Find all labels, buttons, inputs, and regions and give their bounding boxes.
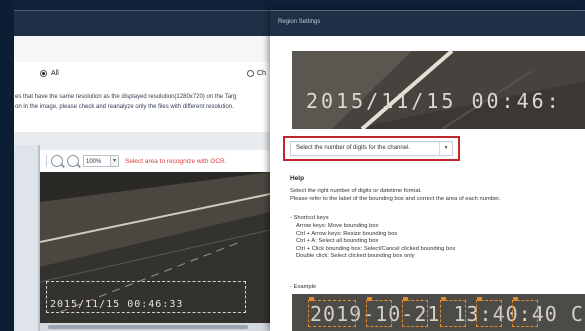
scrollbar-thumb[interactable] — [48, 325, 248, 329]
notice-line-1: es that have the same resolution as the … — [15, 94, 237, 100]
zoom-out-icon[interactable] — [67, 155, 79, 167]
radio-ch-label: Ch — [257, 70, 266, 77]
shortcut-item: Double click: Select clicked bounding bo… — [296, 253, 415, 259]
resolution-notice: es that have the same resolution as the … — [15, 92, 270, 112]
bounding-box-minute — [476, 297, 502, 327]
bounding-box-second — [512, 297, 538, 327]
background-timestamp: 2015/11/15 00:46:33 — [50, 299, 184, 310]
bounding-box-tag — [477, 297, 482, 301]
shortcuts-title: - Shortcut keys — [290, 215, 329, 221]
radio-all-dot[interactable] — [40, 70, 47, 77]
help-line-1: Select the right number of digits or dat… — [290, 188, 422, 194]
digits-select-value: Select the number of digits for the chan… — [296, 145, 411, 151]
left-edge — [0, 0, 14, 331]
region-settings-dialog: Region Settings 2015/11/15 00:46: Select… — [270, 10, 585, 331]
bounding-box-year — [308, 297, 356, 327]
shortcut-item: Ctrl + A: Select all bounding box — [296, 238, 379, 244]
toolbar-separator — [46, 155, 47, 167]
chevron-down-icon[interactable]: ▼ — [439, 142, 452, 155]
radio-all[interactable]: All — [40, 70, 59, 77]
file-list-panel — [14, 145, 38, 331]
radio-ch[interactable]: Ch — [247, 70, 266, 77]
shortcut-item: Ctrl + Click bounding box: Select/Cancel… — [296, 245, 456, 252]
digits-select[interactable]: Select the number of digits for the chan… — [290, 141, 453, 156]
shortcut-item: Arrow keys: Move bounding box — [296, 223, 379, 229]
bounding-box-month — [366, 297, 392, 327]
bounding-box-tag — [513, 297, 518, 301]
zoom-level-input[interactable]: 100% — [83, 155, 111, 167]
bounding-box-tag — [309, 297, 314, 301]
background-titlebar — [14, 10, 270, 37]
bounding-box-hour — [440, 297, 466, 327]
example-image: 2019-10-21 13:40:40 C — [292, 294, 585, 331]
background-header-strip — [14, 36, 270, 63]
bounding-box-tag — [403, 297, 408, 301]
dialog-title: Region Settings — [270, 10, 585, 36]
radio-all-label: All — [51, 70, 59, 77]
help-line-2: Please refer to the label of the boundin… — [290, 196, 501, 202]
notice-line-2: on in the image, please check and reanal… — [15, 104, 234, 110]
example-label: - Example — [290, 284, 317, 290]
bounding-box-day — [402, 297, 428, 327]
zoom-dropdown-button[interactable]: ▾ — [110, 155, 119, 167]
shortcut-list: Arrow keys: Move bounding box Ctrl + Arr… — [296, 223, 455, 261]
help-title: Help — [290, 175, 305, 182]
zoom-in-icon[interactable] — [51, 155, 63, 167]
ocr-instruction: Select area to recognize with OCR. — [125, 157, 227, 165]
image-toolbar: 100% ▾ Select area to recognize with OCR… — [40, 150, 270, 173]
bounding-box-tag — [367, 297, 372, 301]
help-text: Select the right number of digits or dat… — [290, 187, 500, 203]
bounding-box-tag — [441, 297, 446, 301]
shortcut-item: Ctrl + Arrow keys: Resize bounding box — [296, 230, 398, 237]
preview-timestamp: 2015/11/15 00:46: — [306, 89, 562, 113]
radio-ch-dot[interactable] — [247, 70, 254, 77]
